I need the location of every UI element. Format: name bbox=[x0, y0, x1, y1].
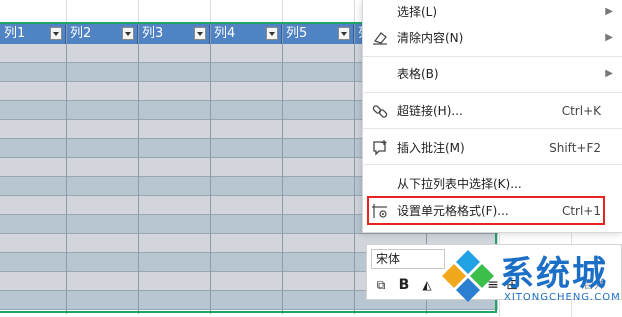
fill-color-icon[interactable]: ◭ bbox=[417, 275, 437, 295]
watermark-subtext: XITONGCHENG.COM bbox=[504, 292, 621, 303]
column-divider bbox=[282, 24, 283, 314]
filter-dropdown-icon[interactable] bbox=[338, 27, 350, 40]
column-header-2[interactable]: 列2 bbox=[66, 24, 138, 44]
menu-item-hyperlink[interactable]: 超链接(H)... Ctrl+K bbox=[363, 99, 622, 123]
comment-icon bbox=[373, 140, 387, 156]
submenu-arrow-icon: ▶ bbox=[605, 32, 613, 43]
submenu-arrow-icon: ▶ bbox=[605, 6, 613, 17]
font-name-select[interactable]: 宋体 bbox=[371, 249, 445, 269]
menu-item-pick-from-list[interactable]: 从下拉列表中选择(K)... bbox=[363, 172, 622, 196]
column-header-1[interactable]: 列1 bbox=[0, 24, 66, 44]
menu-separator bbox=[363, 56, 622, 57]
menu-item-table[interactable]: 表格(B) ▶ bbox=[363, 62, 622, 86]
menu-separator bbox=[363, 128, 622, 129]
column-divider bbox=[138, 24, 139, 314]
menu-item-shortcut: Shift+F2 bbox=[549, 141, 601, 155]
filter-dropdown-icon[interactable] bbox=[194, 27, 206, 40]
menu-item-label: 从下拉列表中选择(K)... bbox=[397, 177, 522, 191]
filter-dropdown-icon[interactable] bbox=[122, 27, 134, 40]
column-header-label: 列2 bbox=[70, 26, 92, 41]
column-header-label: 列3 bbox=[142, 26, 164, 41]
submenu-arrow-icon: ▶ bbox=[605, 68, 613, 79]
watermark-text: 系统城 bbox=[500, 254, 608, 294]
menu-item-label: 超链接(H)... bbox=[397, 104, 463, 118]
menu-separator bbox=[363, 92, 622, 93]
column-header-4[interactable]: 列4 bbox=[210, 24, 282, 44]
watermark-logo-icon bbox=[442, 250, 494, 302]
menu-item-label: 插入批注(M) bbox=[397, 141, 465, 155]
menu-item-label: 清除内容(N) bbox=[397, 31, 464, 45]
menu-item-shortcut: Ctrl+K bbox=[561, 104, 601, 118]
watermark: 系统城 XITONGCHENG.COM bbox=[436, 244, 622, 317]
column-header-label: 列4 bbox=[214, 26, 236, 41]
column-header-label: 列5 bbox=[286, 26, 308, 41]
bold-button[interactable]: B bbox=[395, 275, 413, 295]
eraser-icon bbox=[373, 32, 387, 45]
filter-dropdown-icon[interactable] bbox=[50, 27, 62, 40]
column-divider bbox=[210, 24, 211, 314]
column-header-label: 列1 bbox=[4, 26, 26, 41]
highlight-box bbox=[367, 196, 605, 225]
menu-item-label: 表格(B) bbox=[397, 67, 439, 81]
font-name-value: 宋体 bbox=[376, 252, 401, 266]
filter-dropdown-icon[interactable] bbox=[266, 27, 278, 40]
link-icon bbox=[372, 105, 388, 118]
menu-item-label: 选择(L) bbox=[397, 5, 438, 19]
column-divider bbox=[354, 24, 355, 314]
menu-separator bbox=[363, 164, 622, 165]
column-divider bbox=[66, 24, 67, 314]
menu-item-insert-comment[interactable]: 插入批注(M) Shift+F2 bbox=[363, 136, 622, 160]
context-menu: 选择(L) ▶ 清除内容(N) ▶ 表格(B) ▶ 超链接(H)... Ctrl… bbox=[362, 0, 622, 233]
menu-item-select[interactable]: 选择(L) ▶ bbox=[363, 0, 622, 24]
column-header-5[interactable]: 列5 bbox=[282, 24, 354, 44]
menu-item-clear-contents[interactable]: 清除内容(N) ▶ bbox=[363, 26, 622, 50]
column-header-3[interactable]: 列3 bbox=[138, 24, 210, 44]
format-painter-icon[interactable]: ⧉ bbox=[371, 275, 391, 295]
